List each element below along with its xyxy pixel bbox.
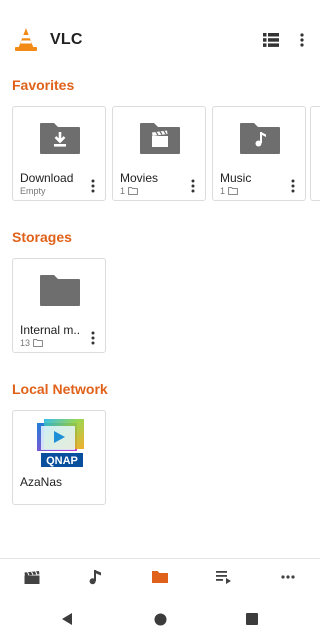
favorite-download[interactable]: Download Empty [12, 106, 106, 201]
favorites-heading: Favorites [12, 77, 75, 93]
back-icon [62, 613, 72, 625]
card-subtitle: 13 [20, 338, 43, 348]
folder-outline-icon [228, 187, 238, 195]
recents-icon [246, 613, 258, 625]
folder-outline-icon [33, 339, 43, 347]
card-label: Movies [120, 171, 159, 185]
storages-heading: Storages [12, 229, 72, 245]
recents-button[interactable] [244, 611, 260, 627]
card-more-button[interactable] [287, 177, 299, 195]
more-horiz-icon [281, 575, 295, 579]
more-options-button[interactable] [290, 28, 314, 52]
app-bar: VLC [0, 0, 320, 74]
nav-browse[interactable] [150, 567, 170, 587]
home-icon [154, 613, 166, 625]
favorite-movies[interactable]: Movies 1 [112, 106, 206, 201]
movies-folder-icon [140, 123, 180, 154]
clapperboard-icon [24, 570, 40, 584]
card-more-button[interactable] [87, 329, 99, 347]
svg-text:QNAP: QNAP [46, 455, 78, 467]
nav-video[interactable] [22, 567, 42, 587]
card-label: Internal m.. [20, 323, 81, 337]
card-more-button[interactable] [187, 177, 199, 195]
app-title: VLC [50, 31, 83, 48]
local-network-heading: Local Network [12, 381, 108, 397]
bottom-navigation [0, 558, 320, 598]
card-label: AzaNas [20, 475, 63, 489]
network-device-azanas[interactable]: QNAP AzaNas [12, 410, 106, 505]
nav-audio[interactable] [86, 567, 106, 587]
download-folder-icon [40, 123, 80, 154]
card-subtitle: 1 [220, 186, 238, 196]
more-vert-icon [300, 33, 304, 47]
card-label: Music [220, 171, 252, 185]
card-subtitle: Empty [20, 186, 46, 196]
more-vert-icon [91, 331, 95, 345]
storage-internal[interactable]: Internal m.. 13 [12, 258, 106, 353]
favorite-card-partial[interactable] [310, 106, 320, 201]
more-vert-icon [291, 179, 295, 193]
home-button[interactable] [152, 611, 168, 627]
back-button[interactable] [59, 611, 75, 627]
card-subtitle: 1 [120, 186, 138, 196]
nav-more[interactable] [278, 567, 298, 587]
system-navigation-bar [0, 598, 320, 640]
nav-playlists[interactable] [214, 567, 234, 587]
folder-icon [152, 571, 168, 583]
music-folder-icon [240, 123, 280, 154]
card-more-button[interactable] [87, 177, 99, 195]
card-label: Download [20, 171, 74, 185]
playlist-icon [216, 571, 231, 584]
folder-outline-icon [128, 187, 138, 195]
folder-icon [40, 275, 80, 306]
vlc-cone-icon [15, 28, 37, 51]
music-note-icon [89, 570, 101, 585]
list-view-icon [263, 33, 279, 47]
list-view-button[interactable] [259, 28, 283, 52]
favorite-music[interactable]: Music 1 [212, 106, 306, 201]
more-vert-icon [191, 179, 195, 193]
more-vert-icon [91, 179, 95, 193]
qnap-logo: QNAP [37, 419, 84, 467]
